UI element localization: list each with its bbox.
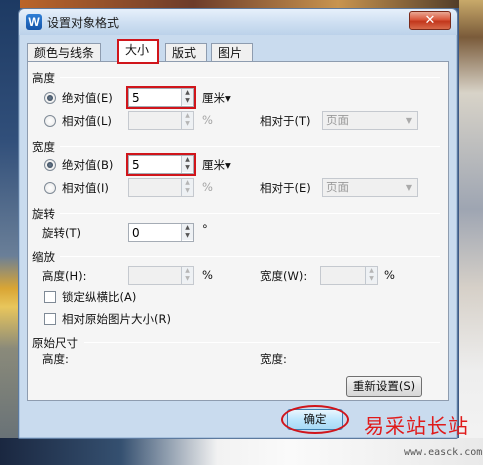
height-unit-select[interactable]: 厘米▾ bbox=[202, 90, 231, 106]
watermark-site: www.easck.com bbox=[404, 447, 483, 458]
rotate-group-label: 旋转 bbox=[32, 207, 55, 221]
height-relative-unit: % bbox=[202, 113, 213, 127]
tab-layout[interactable]: 版式 bbox=[165, 43, 207, 62]
reset-button[interactable]: 重新设置(S) bbox=[346, 376, 422, 397]
rotate-group-divider bbox=[60, 213, 440, 214]
rotate-unit: ° bbox=[202, 222, 208, 236]
width-absolute-input[interactable]: 5 ▲ ▼ bbox=[126, 153, 196, 176]
height-relative-input[interactable]: ▲ ▼ bbox=[128, 111, 194, 130]
lock-aspect-checkbox[interactable] bbox=[44, 291, 56, 303]
width-relative-input[interactable]: ▲ ▼ bbox=[128, 178, 194, 197]
scale-width-spinner[interactable]: ▲ ▼ bbox=[365, 267, 377, 284]
watermark-text: 易采站长站 bbox=[364, 414, 469, 438]
width-absolute-radio[interactable] bbox=[44, 159, 56, 171]
scale-height-label: 高度(H): bbox=[42, 269, 87, 283]
title-bar[interactable]: W 设置对象格式 ✕ bbox=[19, 9, 457, 35]
size-panel: 高度 绝对值(E) 5 ▲ ▼ 厘米▾ 相对值(L) ▲ ▼ % 相对于(T) 页面… bbox=[27, 61, 449, 401]
original-size-group-label: 原始尺寸 bbox=[32, 336, 78, 350]
height-spinner[interactable]: ▲ ▼ bbox=[181, 89, 193, 106]
tab-size[interactable]: 大小 bbox=[117, 39, 159, 64]
dialog-title: 设置对象格式 bbox=[47, 16, 120, 30]
width-group-label: 宽度 bbox=[32, 140, 55, 154]
width-relative-to-select[interactable]: 页面 ▼ bbox=[322, 178, 418, 197]
desktop-background-left bbox=[0, 0, 20, 465]
scale-height-spinner[interactable]: ▲ ▼ bbox=[181, 267, 193, 284]
original-width-label: 宽度: bbox=[260, 352, 287, 366]
height-group-label: 高度 bbox=[32, 71, 55, 85]
scale-width-unit: % bbox=[384, 268, 395, 282]
width-group-divider bbox=[60, 146, 440, 147]
rotate-spinner[interactable]: ▲ ▼ bbox=[181, 224, 193, 241]
original-height-label: 高度: bbox=[42, 352, 69, 366]
height-absolute-label: 绝对值(E) bbox=[62, 91, 113, 105]
original-size-group-divider bbox=[84, 342, 440, 343]
rotate-value: 0 bbox=[132, 226, 140, 240]
height-relative-to-select[interactable]: 页面 ▼ bbox=[322, 111, 418, 130]
scale-group-divider bbox=[60, 256, 440, 257]
scale-width-input[interactable]: ▲ ▼ bbox=[320, 266, 378, 285]
width-relative-radio[interactable] bbox=[44, 182, 56, 194]
height-relative-spinner[interactable]: ▲ ▼ bbox=[181, 112, 193, 129]
height-relative-radio[interactable] bbox=[44, 115, 56, 127]
scale-height-input[interactable]: ▲ ▼ bbox=[128, 266, 194, 285]
height-relative-label: 相对值(L) bbox=[62, 114, 112, 128]
width-relative-label: 相对值(I) bbox=[62, 181, 109, 195]
height-relative-to-value: 页面 bbox=[326, 113, 349, 127]
height-absolute-radio[interactable] bbox=[44, 92, 56, 104]
desktop-background-right bbox=[459, 0, 483, 465]
height-absolute-input[interactable]: 5 ▲ ▼ bbox=[126, 86, 196, 109]
relative-original-checkbox[interactable] bbox=[44, 313, 56, 325]
width-absolute-label: 绝对值(B) bbox=[62, 158, 114, 172]
rotate-input[interactable]: 0 ▲ ▼ bbox=[128, 223, 194, 242]
format-object-dialog: W 设置对象格式 ✕ 颜色与线条 大小 版式 图片 高度 绝对值(E) 5 ▲ ▼… bbox=[18, 8, 458, 439]
width-relative-to-label: 相对于(E) bbox=[260, 181, 311, 195]
width-spinner[interactable]: ▲ ▼ bbox=[181, 156, 193, 173]
width-relative-unit: % bbox=[202, 180, 213, 194]
lock-aspect-label: 锁定纵横比(A) bbox=[62, 290, 137, 304]
width-absolute-value: 5 bbox=[132, 158, 140, 172]
desktop-background-top bbox=[0, 0, 483, 8]
scale-group-label: 缩放 bbox=[32, 250, 55, 264]
relative-original-label: 相对原始图片大小(R) bbox=[62, 312, 171, 326]
chevron-down-icon: ▼ bbox=[405, 116, 413, 125]
height-group-divider bbox=[60, 77, 440, 78]
width-unit-select[interactable]: 厘米▾ bbox=[202, 157, 231, 173]
width-relative-spinner[interactable]: ▲ ▼ bbox=[181, 179, 193, 196]
wps-app-icon: W bbox=[26, 14, 42, 30]
ok-button-highlight bbox=[281, 405, 349, 434]
close-button[interactable]: ✕ bbox=[409, 11, 451, 30]
scale-width-label: 宽度(W): bbox=[260, 269, 308, 283]
scale-height-unit: % bbox=[202, 268, 213, 282]
width-relative-to-value: 页面 bbox=[326, 180, 349, 194]
height-relative-to-label: 相对于(T) bbox=[260, 114, 311, 128]
height-absolute-value: 5 bbox=[132, 91, 140, 105]
tab-picture[interactable]: 图片 bbox=[211, 43, 253, 62]
tab-color-line[interactable]: 颜色与线条 bbox=[27, 43, 101, 62]
chevron-down-icon: ▼ bbox=[405, 183, 413, 192]
rotate-label: 旋转(T) bbox=[42, 226, 81, 240]
